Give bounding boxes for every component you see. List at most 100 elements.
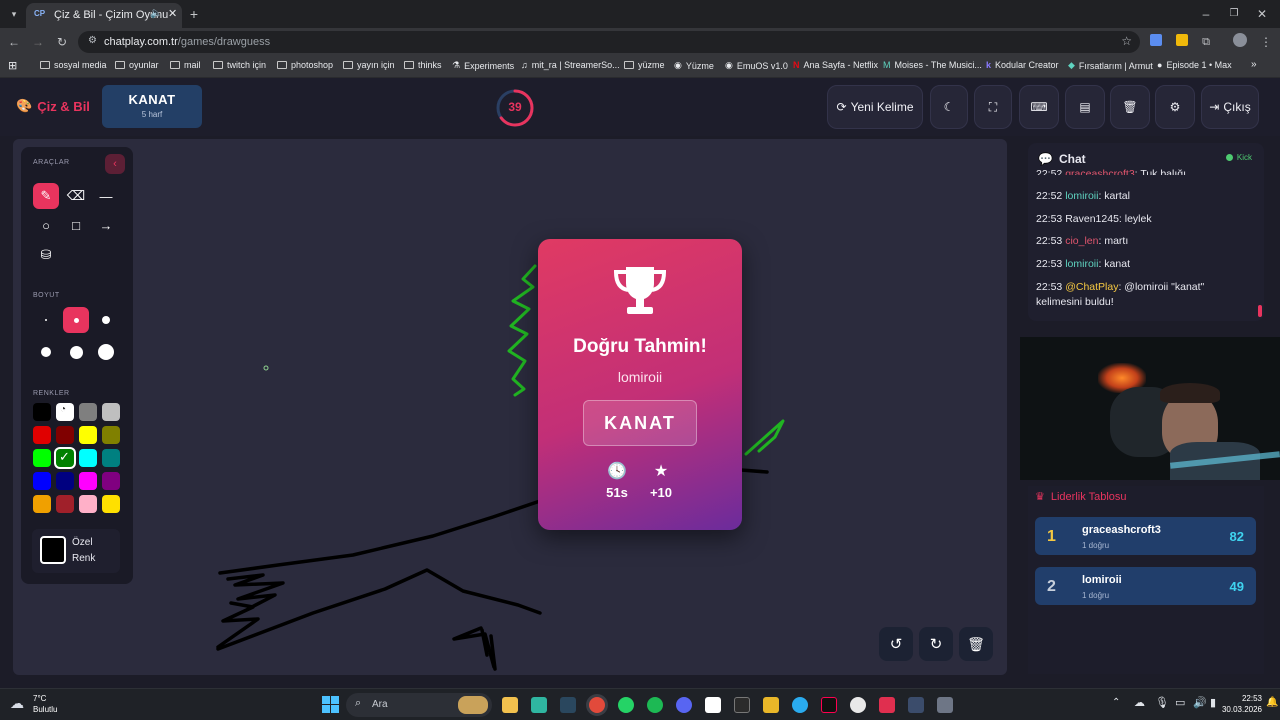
microphone-icon[interactable]: 🎙 xyxy=(1155,696,1169,709)
redo-button[interactable]: ↻ xyxy=(919,627,953,661)
color-swatch[interactable] xyxy=(56,472,74,490)
app-icon[interactable] xyxy=(531,697,547,713)
color-swatch[interactable] xyxy=(79,426,97,444)
line-tool-button[interactable]: — xyxy=(93,183,119,209)
tab-search-icon[interactable]: ▾ xyxy=(4,4,24,24)
keyboard-button[interactable]: ⌨ xyxy=(1019,85,1059,129)
arrow-tool-button[interactable]: → xyxy=(93,212,119,238)
bookmark-folder[interactable]: oyunlar xyxy=(115,60,159,70)
restore-icon[interactable]: ❐ xyxy=(1224,4,1244,24)
battery-icon[interactable]: ▮ xyxy=(1210,696,1216,709)
color-swatch[interactable] xyxy=(102,495,120,513)
taskbar-search[interactable]: ⌕ Ara xyxy=(346,693,492,717)
bookmark-folder[interactable]: photoshop xyxy=(277,60,333,70)
color-swatch[interactable] xyxy=(33,403,51,421)
discord-icon[interactable] xyxy=(676,697,692,713)
bookmark-star-icon[interactable]: ☆ xyxy=(1121,34,1132,48)
bookmark-link[interactable]: ● Episode 1 • Max xyxy=(1157,60,1232,70)
color-swatch[interactable]: ◔ xyxy=(56,403,74,421)
tray-overflow-icon[interactable]: ⌃ xyxy=(1112,697,1120,708)
size-option[interactable] xyxy=(93,339,119,365)
custom-color-button[interactable]: Özel Renk xyxy=(32,529,120,573)
tab-close-icon[interactable]: ✕ xyxy=(168,7,177,20)
window-close-icon[interactable]: ✕ xyxy=(1252,4,1272,24)
size-option-selected[interactable] xyxy=(63,307,89,333)
bookmark-link[interactable]: k Kodular Creator xyxy=(986,60,1059,70)
taskbar-clock[interactable]: 22:53 30.03.2026 xyxy=(1218,693,1262,715)
weather-icon[interactable]: ☁ xyxy=(10,695,24,712)
app-icon[interactable] xyxy=(908,697,924,713)
size-option[interactable] xyxy=(33,339,59,365)
new-tab-icon[interactable]: + xyxy=(184,4,204,24)
color-swatch[interactable] xyxy=(33,472,51,490)
color-swatch[interactable] xyxy=(102,449,120,467)
size-option[interactable] xyxy=(33,307,59,333)
site-info-icon[interactable]: ⚙ xyxy=(88,35,97,46)
network-icon[interactable]: ▭ xyxy=(1175,696,1185,709)
color-swatch[interactable] xyxy=(102,472,120,490)
minimize-icon[interactable]: – xyxy=(1196,4,1216,24)
telegram-icon[interactable] xyxy=(792,697,808,713)
eraser-tool-button[interactable]: ⌫ xyxy=(63,183,89,209)
color-swatch[interactable] xyxy=(102,403,120,421)
steam-icon[interactable] xyxy=(560,697,576,713)
apps-grid-icon[interactable]: ⊞ xyxy=(8,59,17,72)
app-icon[interactable] xyxy=(763,697,779,713)
brush-tool-button[interactable]: ✎ xyxy=(33,183,59,209)
tray-icon[interactable]: ☁ xyxy=(1134,696,1145,709)
collapse-panel-button[interactable]: ‹ xyxy=(105,154,125,174)
bookmark-link[interactable]: ◆ Fırsatlarım | Armut xyxy=(1068,60,1153,71)
color-swatch[interactable] xyxy=(33,426,51,444)
file-explorer-icon[interactable] xyxy=(502,697,518,713)
tiktok-icon[interactable] xyxy=(821,697,837,713)
app-icon[interactable] xyxy=(879,697,895,713)
exit-button[interactable]: ⇥ Çıkış xyxy=(1201,85,1259,129)
reload-icon[interactable]: ↻ xyxy=(52,32,72,52)
bookmark-link[interactable]: ◉ Yüzme xyxy=(674,60,714,71)
start-button[interactable] xyxy=(322,696,339,713)
bookmark-link[interactable]: M Moises - The Musici... xyxy=(883,60,982,70)
undo-button[interactable]: ↺ xyxy=(879,627,913,661)
chrome-icon[interactable] xyxy=(589,697,605,713)
bookmark-link[interactable]: ⚗ Experiments xyxy=(452,60,514,71)
color-swatch[interactable] xyxy=(79,472,97,490)
bookmark-link[interactable]: ◉ EmuOS v1.0 xyxy=(725,60,788,71)
calculator-icon[interactable] xyxy=(937,697,953,713)
volume-icon[interactable]: 🔊 xyxy=(1193,696,1207,709)
address-bar[interactable]: ⚙ chatplay.com.tr/games/drawguess ☆ xyxy=(78,31,1140,53)
circle-tool-button[interactable]: ○ xyxy=(33,212,59,238)
archive-button[interactable]: ▤ xyxy=(1065,85,1105,129)
extensions-icon[interactable]: ⧉ xyxy=(1196,32,1216,52)
extension-translate-icon[interactable] xyxy=(1150,34,1162,46)
bookmark-folder[interactable]: mail xyxy=(170,60,201,70)
color-swatch[interactable]: ✓ xyxy=(56,449,74,467)
weather-widget[interactable]: 7°C Bulutlu xyxy=(33,693,57,715)
bookmark-folder[interactable]: yayın için xyxy=(343,60,395,70)
fullscreen-button[interactable]: ⛶ xyxy=(974,85,1012,129)
settings-button[interactable]: ⚙ xyxy=(1155,85,1195,129)
bookmark-folder[interactable]: sosyal media xyxy=(40,60,107,70)
notifications-icon[interactable]: 🔔 xyxy=(1266,697,1278,708)
extension-wallet-icon[interactable] xyxy=(1176,34,1188,46)
color-swatch[interactable] xyxy=(79,495,97,513)
bookmarks-overflow-icon[interactable]: » xyxy=(1251,59,1257,70)
chat-scrollbar[interactable] xyxy=(1258,305,1262,317)
color-swatch[interactable] xyxy=(56,495,74,513)
clear-canvas-button[interactable]: 🗑 xyxy=(959,627,993,661)
spotify-icon[interactable] xyxy=(647,697,663,713)
profile-avatar[interactable] xyxy=(1233,33,1247,47)
bookmark-folder[interactable]: yüzme xyxy=(624,60,665,70)
color-swatch[interactable] xyxy=(102,426,120,444)
back-icon[interactable]: ← xyxy=(4,32,24,52)
browser-menu-icon[interactable]: ⋮ xyxy=(1256,32,1276,52)
app-logo[interactable]: 🎨 Çiz & Bil xyxy=(16,98,90,114)
capcut-icon[interactable] xyxy=(705,697,721,713)
new-word-button[interactable]: ⟳ Yeni Kelime xyxy=(827,85,923,129)
whatsapp-icon[interactable] xyxy=(618,697,634,713)
color-swatch[interactable] xyxy=(79,449,97,467)
size-option[interactable] xyxy=(93,307,119,333)
epic-games-icon[interactable] xyxy=(734,697,750,713)
forward-icon[interactable]: → xyxy=(28,32,48,52)
delete-button[interactable]: 🗑 xyxy=(1110,85,1150,129)
bookmark-link[interactable]: N Ana Sayfa - Netflix xyxy=(793,60,878,70)
